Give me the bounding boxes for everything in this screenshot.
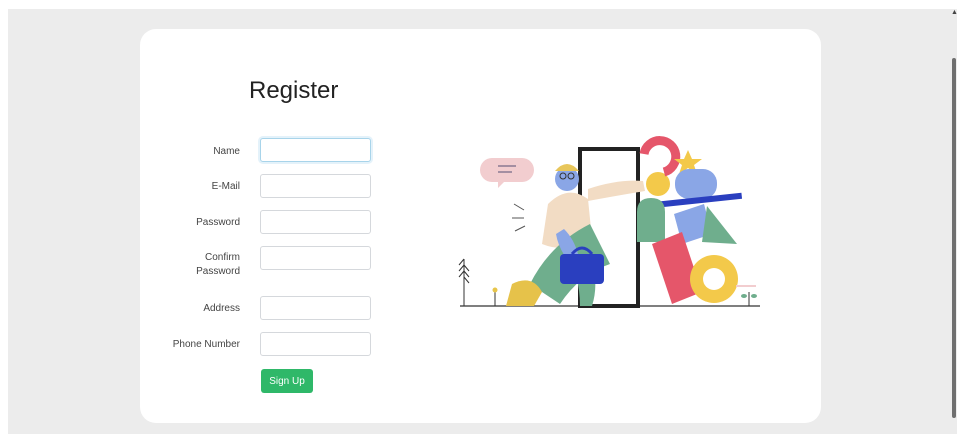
register-card: Register Name E-Mail Password Confirm Pa… [140, 29, 821, 423]
email-field[interactable] [260, 174, 371, 198]
confirm-password-label-line1: Confirm [204, 252, 240, 263]
address-label: Address [203, 303, 240, 314]
name-label: Name [213, 146, 240, 157]
sign-up-button[interactable]: Sign Up [261, 369, 313, 393]
scrollbar-thumb[interactable] [952, 58, 956, 418]
name-field[interactable] [260, 138, 371, 162]
phone-number-field[interactable] [260, 332, 371, 356]
phone-number-label: Phone Number [172, 339, 240, 350]
page-title: Register [249, 77, 339, 104]
confirm-password-label: Confirm Password [140, 251, 240, 279]
register-illustration-icon [458, 136, 760, 308]
password-label: Password [196, 217, 240, 228]
confirm-password-label-line2: Password [196, 266, 240, 277]
email-label: E-Mail [211, 181, 240, 192]
confirm-password-field[interactable] [260, 246, 371, 270]
scroll-up-arrow-icon[interactable]: ▲ [951, 9, 957, 16]
password-field[interactable] [260, 210, 371, 234]
address-field[interactable] [260, 296, 371, 320]
